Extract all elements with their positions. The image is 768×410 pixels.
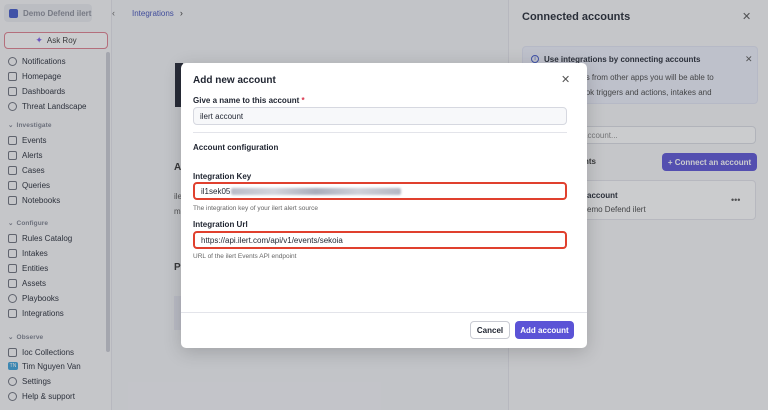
integration-key-label: Integration Key: [193, 172, 252, 181]
modal-footer-divider: [181, 312, 587, 313]
integration-url-hint: URL of the ilert Events API endpoint: [193, 253, 297, 260]
redacted-blur: [231, 187, 402, 195]
modal-title: Add new account: [193, 75, 276, 86]
add-account-modal: Add new account ✕ Give a name to this ac…: [181, 63, 587, 348]
label-text: Give a name to this account: [193, 96, 300, 105]
account-name-input[interactable]: ilert account: [193, 107, 567, 125]
divider: [193, 132, 567, 133]
integration-key-input[interactable]: il1sek05: [193, 182, 567, 200]
account-name-label: Give a name to this account *: [193, 96, 305, 105]
config-heading: Account configuration: [193, 143, 279, 152]
integration-key-value: il1sek05: [201, 186, 231, 196]
integration-url-label: Integration Url: [193, 220, 248, 229]
cancel-button[interactable]: Cancel: [470, 321, 510, 339]
integration-url-input[interactable]: https://api.ilert.com/api/v1/events/seko…: [193, 231, 567, 249]
close-icon[interactable]: ✕: [561, 73, 570, 86]
add-account-button[interactable]: Add account: [515, 321, 574, 339]
required-marker: *: [301, 96, 305, 105]
integration-key-hint: The integration key of your ilert alert …: [193, 205, 319, 212]
